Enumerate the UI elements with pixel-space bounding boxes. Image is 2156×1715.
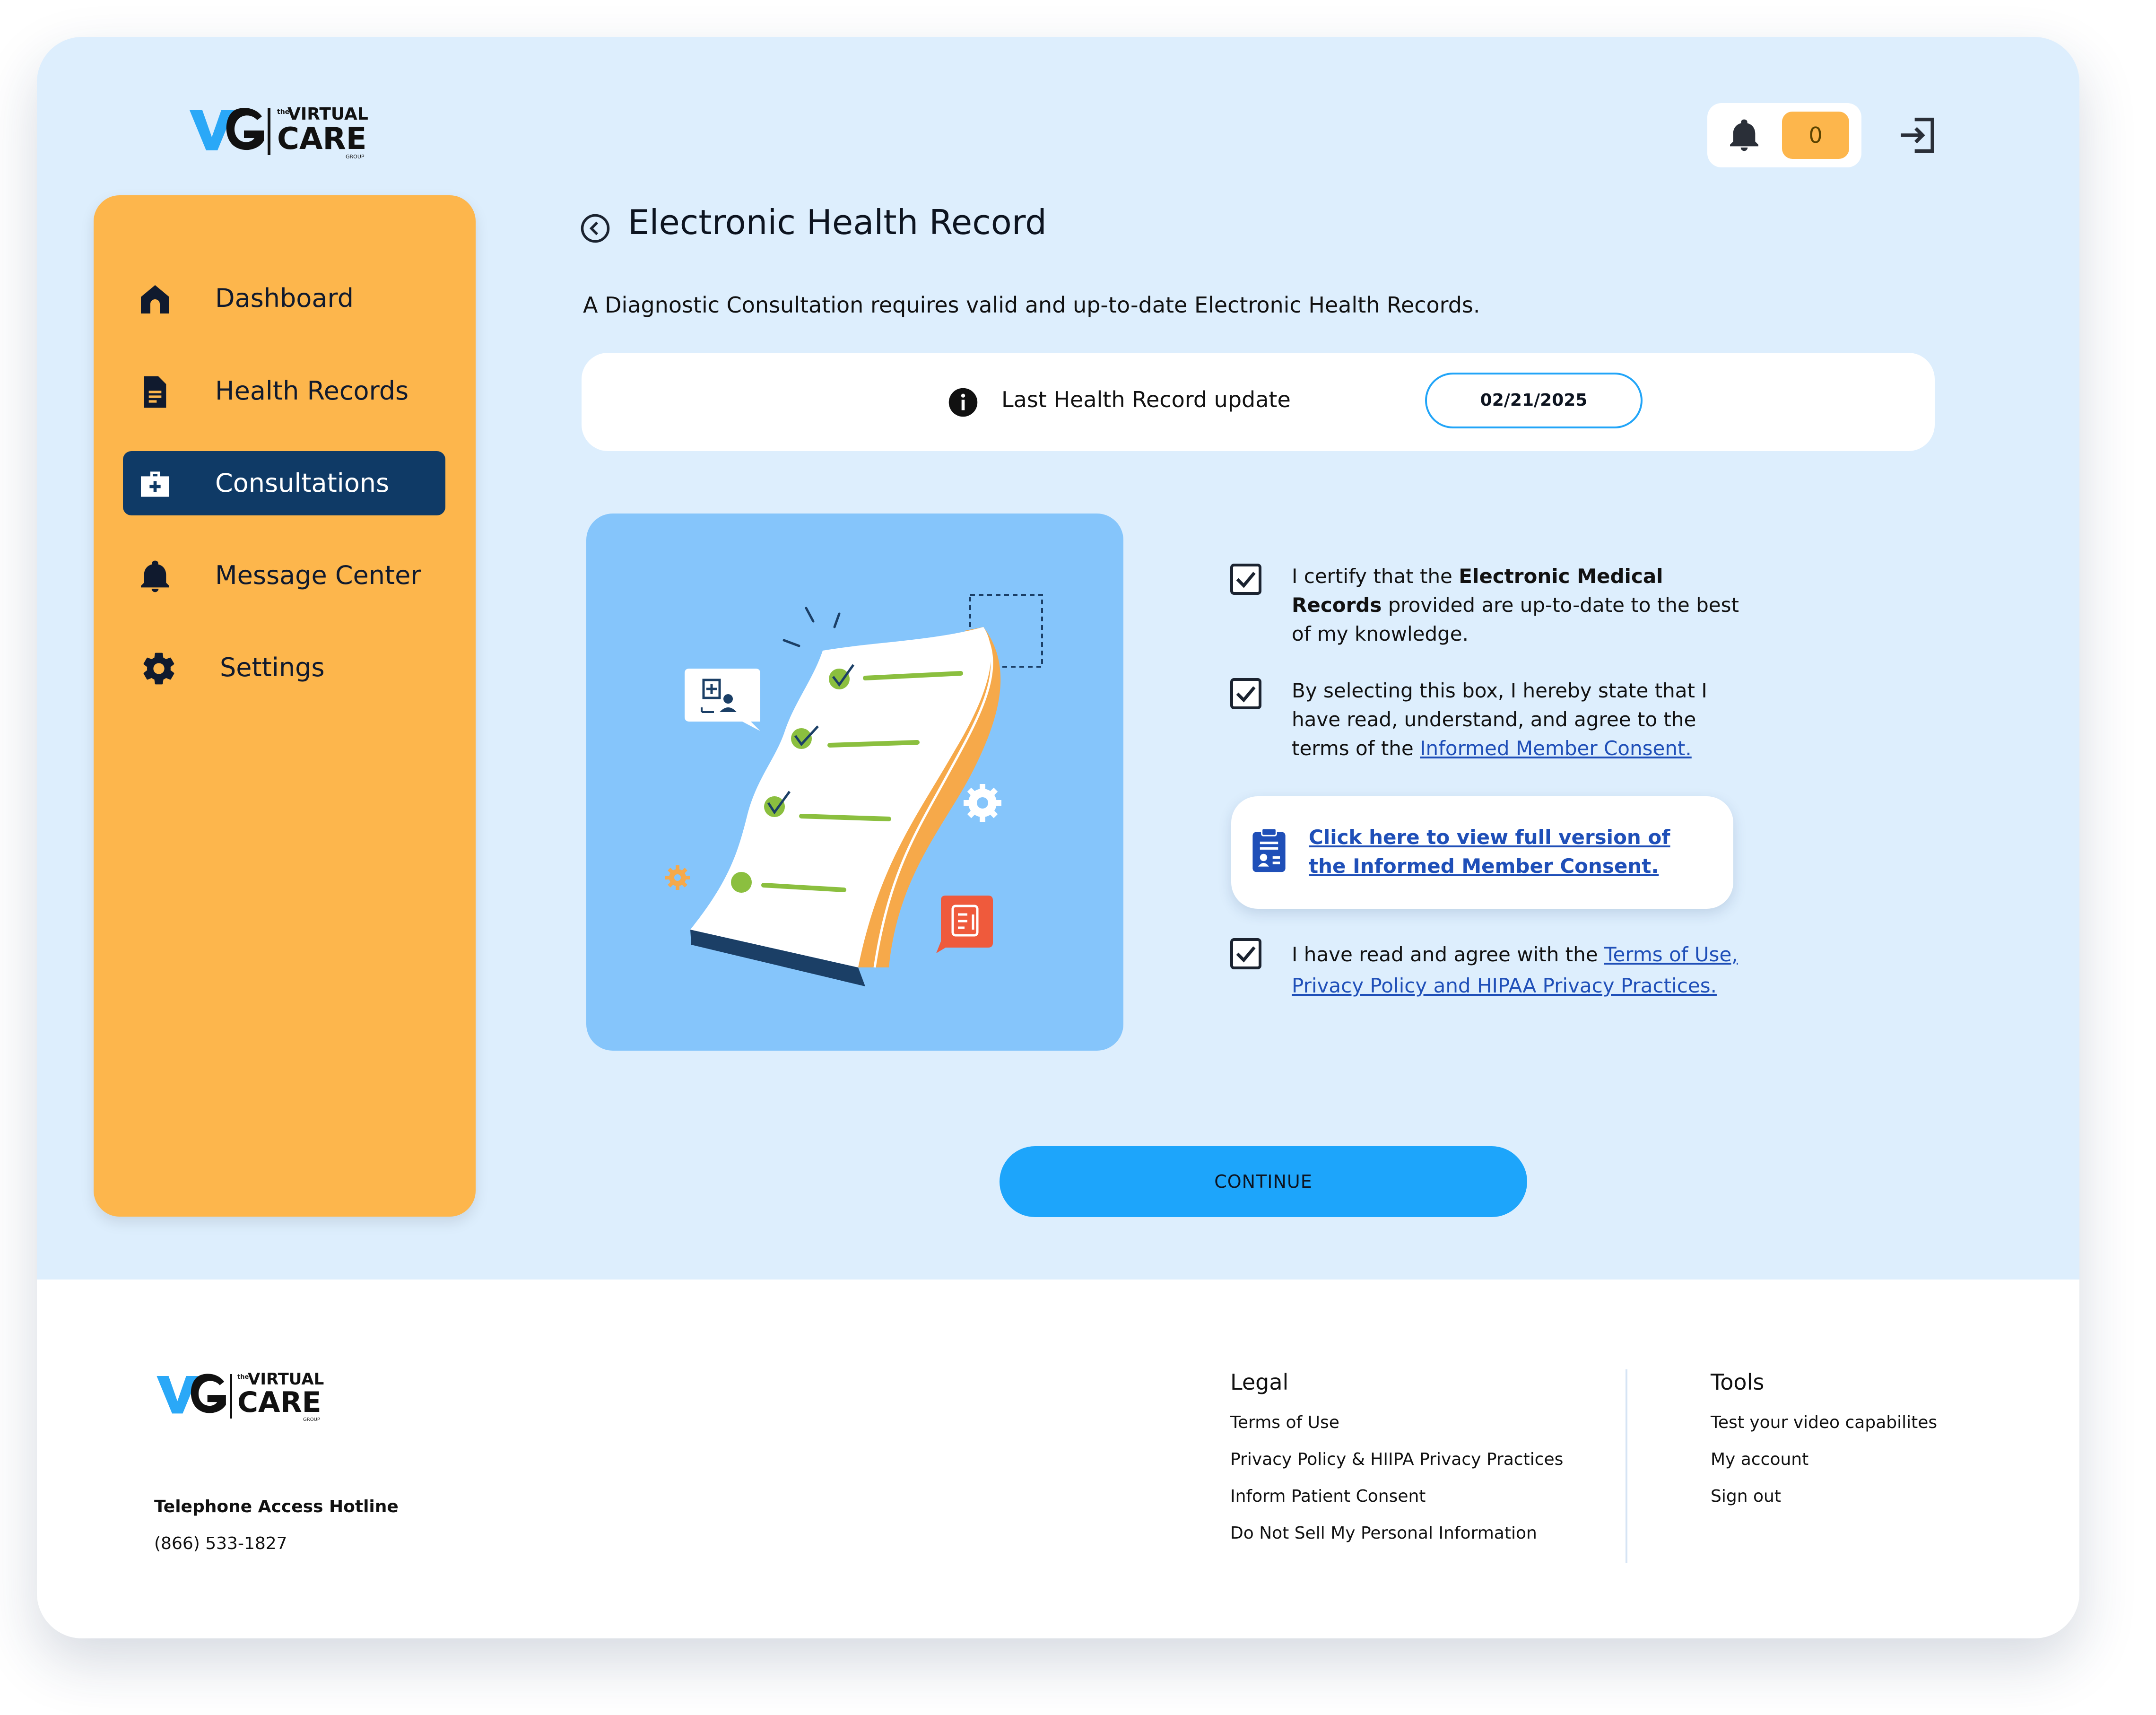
footer: the VIRTUAL CARE GROUP Telephone Access … <box>37 1280 2079 1638</box>
logo-small-text: the <box>237 1374 249 1381</box>
vc-logo-mark-icon <box>190 108 264 150</box>
logo-divider <box>268 108 270 155</box>
notification-widget[interactable]: 0 <box>1707 103 1861 167</box>
brand-logo[interactable]: the VIRTUAL CARE GROUP <box>187 103 424 198</box>
logo-name-top: VIRTUAL <box>287 104 368 124</box>
record-update-date: 02/21/2025 <box>1425 373 1643 428</box>
footer-link-terms[interactable]: Terms of Use <box>1230 1413 1339 1432</box>
logo-name-bottom: CARE <box>277 122 367 157</box>
certify-records-row: I certify that the Electronic Medical Re… <box>1230 562 1739 652</box>
continue-button[interactable]: CONTINUE <box>1000 1146 1527 1217</box>
info-icon <box>948 388 978 417</box>
certify-records-checkbox[interactable] <box>1230 564 1261 595</box>
bell-icon <box>1730 119 1758 151</box>
checkmark-icon <box>1236 686 1256 703</box>
footer-link-my-account[interactable]: My account <box>1711 1450 1808 1469</box>
gear-icon <box>143 653 174 685</box>
logo-divider <box>230 1374 232 1419</box>
vc-logo-mark-icon <box>156 1374 226 1414</box>
checkmark-icon <box>1236 946 1256 963</box>
bell-icon <box>141 560 169 592</box>
sidebar: Dashboard Health Records Consultations M… <box>94 195 476 1217</box>
sidebar-item-label: Health Records <box>215 376 409 406</box>
footer-link-privacy[interactable]: Privacy Policy & HIIPA Privacy Practices <box>1230 1450 1563 1469</box>
back-icon[interactable] <box>580 213 611 244</box>
main-area: the VIRTUAL CARE GROUP 0 Dashboard Healt… <box>37 37 2079 1280</box>
logout-icon[interactable] <box>1895 112 1942 159</box>
footer-divider <box>1626 1369 1627 1563</box>
footer-legal-heading: Legal <box>1230 1369 1289 1395</box>
page-subtitle: A Diagnostic Consultation requires valid… <box>583 292 1480 318</box>
logo-group-text: GROUP <box>303 1417 320 1422</box>
view-full-consent-link[interactable]: Click here to view full version of the I… <box>1309 823 1696 880</box>
footer-link-sign-out[interactable]: Sign out <box>1711 1487 1781 1506</box>
terms-agreement-checkbox[interactable] <box>1230 938 1261 969</box>
medical-kit-icon <box>141 471 169 497</box>
footer-brand-logo[interactable]: the VIRTUAL CARE GROUP <box>154 1369 372 1454</box>
home-icon <box>141 285 169 313</box>
sidebar-item-health-records[interactable]: Health Records <box>123 359 445 423</box>
sidebar-item-message-center[interactable]: Message Center <box>123 543 445 608</box>
checklist-scroll-illustration <box>665 594 1043 986</box>
notification-count-badge: 0 <box>1782 112 1849 159</box>
health-record-illustration <box>586 514 1123 1051</box>
informed-consent-link[interactable]: Informed Member Consent. <box>1420 737 1692 760</box>
footer-tools-heading: Tools <box>1711 1369 1765 1395</box>
app-window: the VIRTUAL CARE GROUP 0 Dashboard Healt… <box>37 37 2079 1638</box>
terms-agreement-row: I have read and agree with the Terms of … <box>1230 936 1738 1002</box>
sidebar-item-consultations[interactable]: Consultations <box>123 451 445 515</box>
cert3-text: I have read and agree with the <box>1292 943 1604 966</box>
sidebar-item-dashboard[interactable]: Dashboard <box>123 266 445 331</box>
sidebar-item-label: Dashboard <box>215 283 354 313</box>
sidebar-item-label: Settings <box>220 653 325 682</box>
consent-agreement-row: By selecting this box, I hereby state th… <box>1230 676 1713 766</box>
footer-link-do-not-sell[interactable]: Do Not Sell My Personal Information <box>1230 1523 1537 1543</box>
checkmark-icon <box>1236 572 1256 588</box>
terms-agreement-text: I have read and agree with the Terms of … <box>1292 939 1755 1001</box>
consent-agreement-checkbox[interactable] <box>1230 678 1261 709</box>
record-update-label: Last Health Record update <box>1001 387 1291 412</box>
logo-name-bottom: CARE <box>237 1386 322 1419</box>
sidebar-item-label: Message Center <box>215 560 421 590</box>
consent-agreement-text: By selecting this box, I hereby state th… <box>1292 676 1755 763</box>
certify-records-text: I certify that the Electronic Medical Re… <box>1292 562 1755 648</box>
record-update-bar: Last Health Record update 02/21/2025 <box>582 353 1935 451</box>
hotline-label: Telephone Access Hotline <box>154 1497 399 1516</box>
logo-name-top: VIRTUAL <box>248 1370 324 1389</box>
cert1-text-start: I certify that the <box>1292 565 1459 588</box>
clipboard-icon <box>1252 827 1286 872</box>
hotline-number[interactable]: (866) 533-1827 <box>154 1534 287 1553</box>
footer-link-test-video[interactable]: Test your video capabilites <box>1711 1413 1937 1432</box>
view-consent-card[interactable]: Click here to view full version of the I… <box>1231 796 1733 909</box>
footer-link-patient-consent[interactable]: Inform Patient Consent <box>1230 1487 1426 1506</box>
sidebar-item-settings[interactable]: Settings <box>123 636 445 700</box>
document-icon <box>144 376 166 408</box>
page-title: Electronic Health Record <box>628 202 1047 242</box>
sidebar-item-label: Consultations <box>215 468 390 498</box>
logo-group-text: GROUP <box>346 154 365 160</box>
